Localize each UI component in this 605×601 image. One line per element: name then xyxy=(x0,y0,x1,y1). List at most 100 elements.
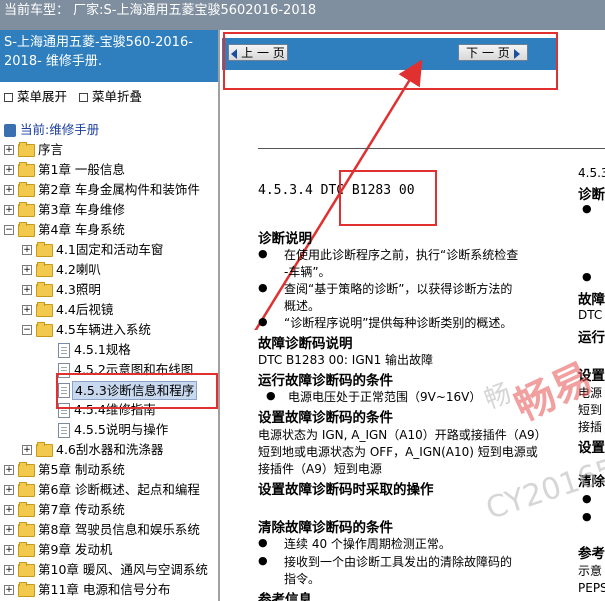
expand-icon[interactable]: + xyxy=(22,285,32,295)
sidebar: S-上海通用五菱-宝骏560-2016- 2018- 维修手册. 菜单展开 菜单… xyxy=(0,30,220,601)
folder-icon xyxy=(18,182,35,197)
tree-item-4-5-5[interactable]: 4.5.5说明与操作 xyxy=(0,420,218,440)
book-icon xyxy=(4,124,16,137)
expand-icon[interactable]: + xyxy=(22,265,32,275)
expand-icon[interactable]: + xyxy=(22,245,32,255)
folder-icon xyxy=(36,302,53,317)
expand-icon[interactable]: + xyxy=(4,485,14,495)
current-manual[interactable]: 当前:维修手册 xyxy=(0,120,218,140)
square-icon xyxy=(79,93,88,102)
menu-toggles: 菜单展开 菜单折叠 xyxy=(0,82,218,110)
heading-set-conditions: 设置故障诊断码的条件 xyxy=(258,410,393,426)
right-col-heading: 设置 xyxy=(578,440,605,456)
document-icon xyxy=(58,343,70,358)
open-folder-icon xyxy=(18,222,35,237)
collapse-icon[interactable]: − xyxy=(22,325,32,335)
tree-item-ch4[interactable]: − 第4章 车身系统 xyxy=(0,220,218,240)
folder-icon xyxy=(36,242,53,257)
set-condition-line: 接插件（A9）短到电源 xyxy=(258,462,382,476)
current-manual-label: 当前:维修手册 xyxy=(20,122,100,137)
expand-icon[interactable]: + xyxy=(4,145,14,155)
page-divider xyxy=(258,148,605,149)
bullet-text: 在使用此诊断程序之前，执行“诊断系统检查 xyxy=(284,248,519,262)
tree-item-4-6[interactable]: +4.6刮水器和洗涤器 xyxy=(0,440,218,460)
bullet-icon: ● xyxy=(266,389,276,402)
document-viewer: 上 一 页 下 一 页 4.5.3.4 DTC B1283 00 诊断说明 ● … xyxy=(222,30,605,601)
tree-item-4-5-1[interactable]: 4.5.1规格 xyxy=(0,340,218,360)
expand-icon[interactable]: + xyxy=(4,545,14,555)
square-icon xyxy=(4,93,13,102)
selected-item-highlight xyxy=(56,373,218,409)
right-col-heading: 故障 xyxy=(578,292,605,308)
folder-icon xyxy=(18,502,35,517)
heading-diagnostic-description: 诊断说明 xyxy=(258,231,312,247)
folder-icon xyxy=(36,262,53,277)
bullet-icon: ● xyxy=(582,270,592,283)
tree-item-preface[interactable]: + 序言 xyxy=(0,140,218,160)
expand-icon[interactable]: + xyxy=(4,165,14,175)
folder-icon xyxy=(18,582,35,597)
set-condition-line: 电源状态为 IGN, A_IGN（A10）开路或接插件（A9） xyxy=(258,428,547,442)
folder-icon xyxy=(18,202,35,217)
tree-item-ch2[interactable]: + 第2章 车身金属构件和装饰件 xyxy=(0,180,218,200)
tree-item-ch1[interactable]: + 第1章 一般信息 xyxy=(0,160,218,180)
dtc-highlight xyxy=(339,170,437,226)
folder-icon xyxy=(36,442,53,457)
folder-icon xyxy=(18,462,35,477)
collapse-icon[interactable]: − xyxy=(4,225,14,235)
folder-icon xyxy=(36,282,53,297)
expand-icon[interactable]: + xyxy=(4,585,14,595)
bullet-text: 电源电压处于正常范围（9V~16V） xyxy=(288,390,482,404)
bullet-icon: ● xyxy=(582,202,592,215)
expand-icon[interactable]: + xyxy=(4,565,14,575)
tree-item-4-1[interactable]: +4.1固定和活动车窗 xyxy=(0,240,218,260)
tree-item-ch6[interactable]: + 第6章 诊断概述、起点和编程 xyxy=(0,480,218,500)
right-col-text: PEPS xyxy=(578,581,605,595)
expand-icon[interactable]: + xyxy=(4,185,14,195)
right-col-heading: 参考 xyxy=(578,546,605,562)
expand-icon[interactable]: + xyxy=(4,525,14,535)
expand-icon[interactable]: + xyxy=(4,465,14,475)
tree-item-ch7[interactable]: + 第7章 传动系统 xyxy=(0,500,218,520)
tree-item-ch8[interactable]: + 第8章 驾驶员信息和娱乐系统 xyxy=(0,520,218,540)
bullet-text: 接收到一个由诊断工具发出的清除故障码的 xyxy=(284,555,513,569)
tree-item-4-4[interactable]: +4.4后视镜 xyxy=(0,300,218,320)
expand-icon[interactable]: + xyxy=(4,505,14,515)
tree-item-ch3[interactable]: + 第3章 车身维修 xyxy=(0,200,218,220)
right-col-text: DTC xyxy=(578,308,603,322)
bullet-text: 查阅“基于策略的诊断”，以获得诊断方法的 xyxy=(284,282,513,296)
tree-item-4-5[interactable]: −4.5车辆进入系统 xyxy=(0,320,218,340)
expand-icon[interactable]: + xyxy=(4,205,14,215)
tree-item-ch10[interactable]: + 第10章 暖风、通风与空调系统 xyxy=(0,560,218,580)
collapse-all-button[interactable]: 菜单折叠 xyxy=(79,89,142,104)
tree-item-4-3[interactable]: +4.3照明 xyxy=(0,280,218,300)
folder-icon xyxy=(18,482,35,497)
tree-item-ch9[interactable]: + 第9章 发动机 xyxy=(0,540,218,560)
right-col-text: 接插 xyxy=(578,420,603,434)
heading-dtc-description: 故障诊断码说明 xyxy=(258,336,353,352)
tree-item-ch5[interactable]: + 第5章 制动系统 xyxy=(0,460,218,480)
dtc-description: DTC B1283 00: IGN1 输出故障 xyxy=(258,353,434,367)
bullet-text-cont: 概述。 xyxy=(284,299,321,313)
right-col-heading: 运行 xyxy=(578,330,605,346)
bullet-text: “诊断程序说明”提供每种诊断类别的概述。 xyxy=(284,316,513,330)
set-condition-line: 短到地或电源状态为 OFF，A_IGN(A10) 短到电源或 xyxy=(258,445,538,459)
heading-set-actions: 设置故障诊断码时采取的操作 xyxy=(258,482,434,498)
heading-run-conditions: 运行故障诊断码的条件 xyxy=(258,373,393,389)
folder-icon xyxy=(18,522,35,537)
bullet-icon: ● xyxy=(258,536,268,549)
tree-item-4-2[interactable]: +4.2喇叭 xyxy=(0,260,218,280)
bullet-icon: ● xyxy=(258,281,268,294)
manual-title[interactable]: S-上海通用五菱-宝骏560-2016- 2018- 维修手册. xyxy=(0,30,218,82)
expand-icon[interactable]: + xyxy=(22,445,32,455)
bullet-icon: ● xyxy=(582,510,592,523)
right-col-text: 示意 xyxy=(578,564,603,578)
expand-icon[interactable]: + xyxy=(22,305,32,315)
right-col-heading: 诊断 xyxy=(578,187,605,203)
expand-all-button[interactable]: 菜单展开 xyxy=(4,89,67,104)
bullet-text-cont: -车辆”。 xyxy=(284,265,331,279)
manual-title-line1: S-上海通用五菱-宝骏560-2016- xyxy=(4,35,193,50)
tree-item-ch11[interactable]: + 第11章 电源和信号分布 xyxy=(0,580,218,600)
manual-title-line2: 2018- 维修手册. xyxy=(4,54,103,69)
heading-clear-conditions: 清除故障诊断码的条件 xyxy=(258,520,393,536)
